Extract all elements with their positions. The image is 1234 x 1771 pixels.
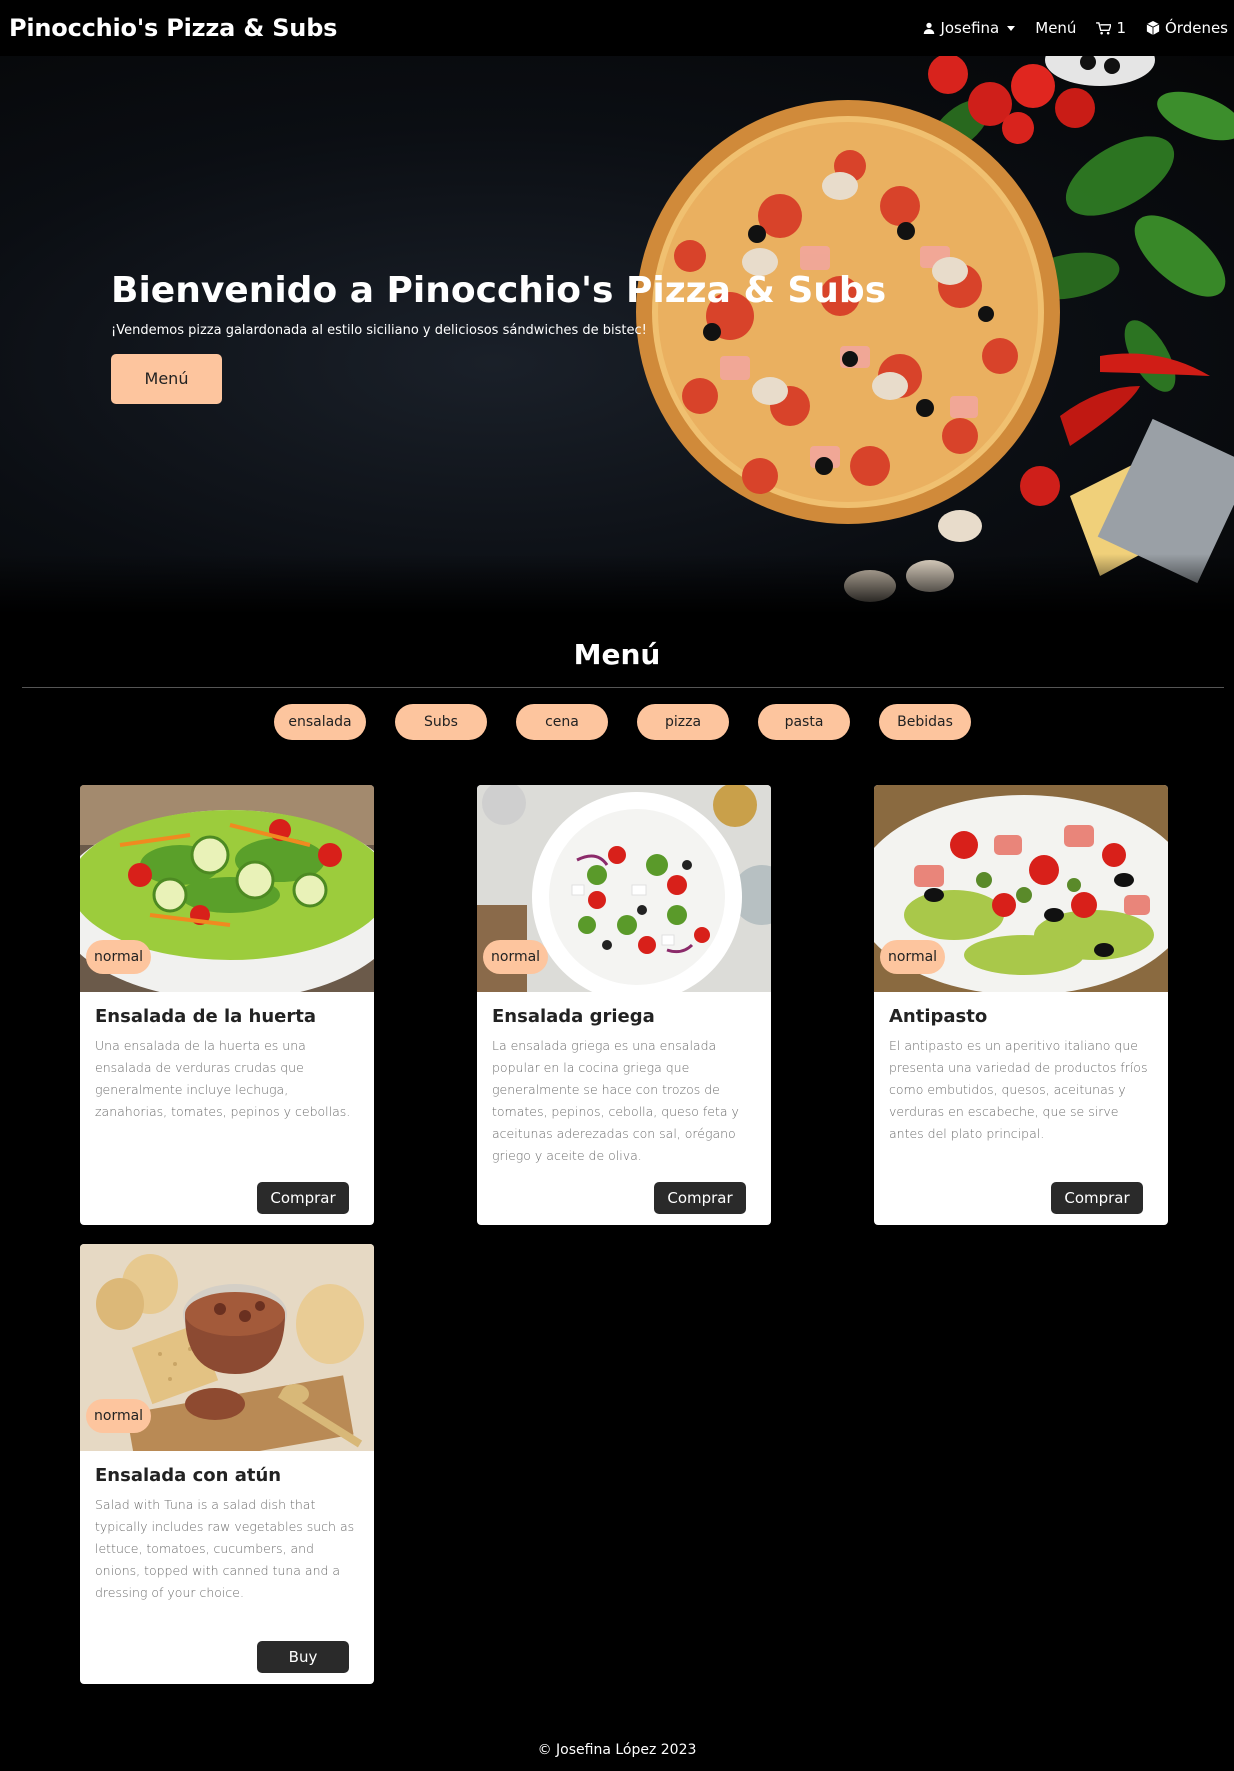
product-image: normal: [477, 785, 771, 992]
cart-count: 1: [1116, 19, 1126, 37]
buy-button[interactable]: Comprar: [1051, 1182, 1143, 1214]
cart-link[interactable]: 1: [1096, 19, 1126, 37]
hero-content: Bienvenido a Pinocchio's Pizza & Subs ¡V…: [111, 270, 886, 404]
footer-copyright: © Josefina López 2023: [537, 1742, 697, 1758]
filter-pasta[interactable]: pasta: [758, 704, 850, 740]
product-image: normal: [80, 1244, 374, 1451]
user-icon: [924, 22, 935, 34]
product-title: Ensalada de la huerta: [95, 1006, 316, 1027]
product-description: Salad with Tuna is a salad dish that typ…: [95, 1497, 355, 1600]
orders-link[interactable]: Órdenes: [1146, 19, 1228, 37]
product-title: Ensalada griega: [492, 1006, 655, 1027]
menu-heading: Menú: [573, 638, 661, 671]
box-icon: [1146, 21, 1160, 35]
filter-pizza[interactable]: pizza: [637, 704, 729, 740]
product-card: normal Ensalada con atún Salad with Tuna…: [80, 1244, 374, 1684]
product-description: La ensalada griega es una ensalada popul…: [492, 1038, 739, 1163]
user-dropdown[interactable]: Josefina: [923, 19, 1016, 37]
orders-label: Órdenes: [1164, 19, 1228, 37]
product-image: normal: [874, 785, 1168, 992]
nav-menu-link[interactable]: Menú: [1035, 19, 1076, 37]
nav-menu-label: Menú: [1035, 19, 1077, 37]
product-card: normal Antipasto El antipasto es un aper…: [874, 785, 1168, 1225]
product-title: Ensalada con atún: [95, 1465, 282, 1486]
product-card: normal Ensalada de la huerta Una ensalad…: [80, 785, 374, 1225]
buy-button[interactable]: Comprar: [257, 1182, 349, 1214]
hero-title: Bienvenido a Pinocchio's Pizza & Subs: [111, 270, 887, 311]
cart-icon: [1096, 21, 1112, 34]
menu-divider: [22, 687, 1224, 688]
hero-subtitle: ¡Vendemos pizza galardonada al estilo si…: [111, 323, 647, 338]
product-image: normal: [80, 785, 374, 992]
product-title: Antipasto: [889, 1006, 988, 1027]
status-badge: normal: [880, 940, 946, 974]
filter-ensalada[interactable]: ensalada: [274, 704, 366, 740]
navbar: Pinocchio's Pizza & Subs Josefina Menú 1…: [0, 0, 1234, 56]
product-description: El antipasto es un aperitivo italiano qu…: [889, 1038, 1148, 1141]
buy-button[interactable]: Buy: [257, 1641, 349, 1673]
filter-cena[interactable]: cena: [516, 704, 608, 740]
status-badge: normal: [86, 1399, 152, 1433]
product-card: normal Ensalada griega La ensalada grieg…: [477, 785, 771, 1225]
brand-logo[interactable]: Pinocchio's Pizza & Subs: [9, 14, 337, 42]
status-badge: normal: [86, 940, 152, 974]
user-name: Josefina: [940, 19, 1000, 37]
hero-menu-button[interactable]: Menú: [111, 354, 222, 404]
category-filters: ensalada Subs cena pizza pasta Bebidas: [274, 704, 971, 740]
filter-bebidas[interactable]: Bebidas: [879, 704, 971, 740]
nav-links: Josefina Menú 1 Órdenes: [923, 19, 1228, 37]
caret-down-icon: [1007, 25, 1016, 31]
hero-fade: [0, 554, 1234, 614]
status-badge: normal: [483, 940, 549, 974]
product-description: Una ensalada de la huerta es una ensalad…: [95, 1038, 351, 1119]
buy-button[interactable]: Comprar: [654, 1182, 746, 1214]
hero-banner: Bienvenido a Pinocchio's Pizza & Subs ¡V…: [0, 56, 1234, 614]
filter-subs[interactable]: Subs: [395, 704, 487, 740]
